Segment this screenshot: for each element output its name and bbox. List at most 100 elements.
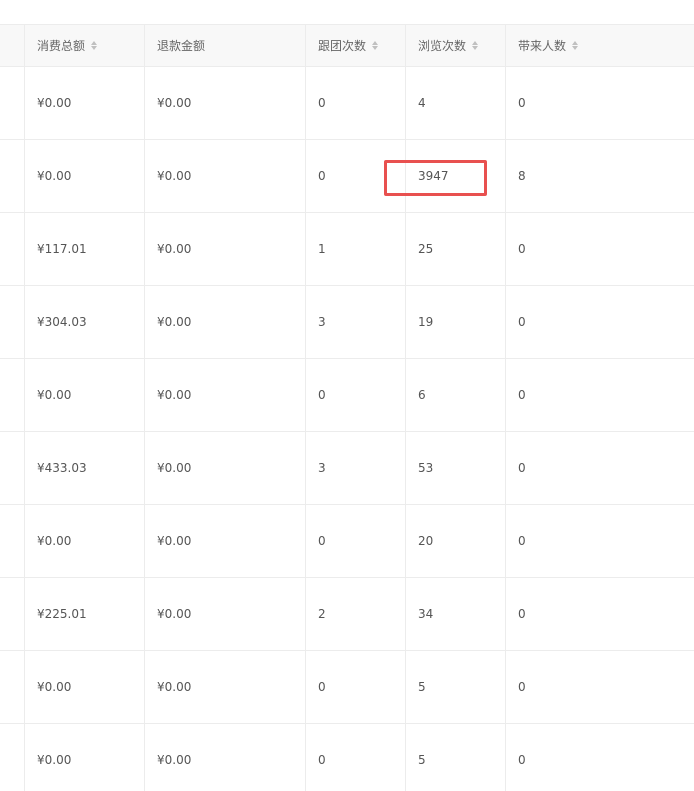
cell-value: 8 bbox=[518, 169, 526, 183]
cell-referral-count: 0 bbox=[505, 505, 694, 577]
cell-group-count: 0 bbox=[305, 651, 405, 723]
cell-value: 0 bbox=[518, 96, 526, 110]
cell-refund-amount: ¥0.00 bbox=[144, 432, 305, 504]
table-row: ¥0.00 ¥0.00 0 4 0 bbox=[0, 67, 694, 140]
cell-view-count: 25 bbox=[405, 213, 505, 285]
cell-value: ¥0.00 bbox=[157, 169, 192, 183]
cell-value: 3947 bbox=[418, 169, 449, 183]
cell-value: 0 bbox=[318, 169, 326, 183]
cell-refund-amount: ¥0.00 bbox=[144, 505, 305, 577]
table-row: ¥0.00 ¥0.00 0 3947 8 bbox=[0, 140, 694, 213]
cell-refund-amount: ¥0.00 bbox=[144, 724, 305, 791]
cell-refund-amount: ¥0.00 bbox=[144, 578, 305, 650]
data-table: 消费总额 退款金额 跟团次数 浏览次数 带来人数 ¥0.00 ¥0.00 0 4 0 ¥0… bbox=[0, 24, 694, 791]
cell-value: ¥225.01 bbox=[37, 607, 87, 621]
cell-total-spend: ¥0.00 bbox=[24, 505, 144, 577]
column-header-referral-count[interactable]: 带来人数 bbox=[505, 25, 694, 66]
cell-value: 0 bbox=[518, 461, 526, 475]
cell-referral-count: 0 bbox=[505, 213, 694, 285]
cell-value: 0 bbox=[318, 388, 326, 402]
table-header: 消费总额 退款金额 跟团次数 浏览次数 带来人数 bbox=[0, 24, 694, 67]
cell-group-count: 0 bbox=[305, 67, 405, 139]
cell-value: ¥0.00 bbox=[157, 534, 192, 548]
cell-value: 5 bbox=[418, 753, 426, 767]
cell-total-spend: ¥0.00 bbox=[24, 359, 144, 431]
cell-group-count: 0 bbox=[305, 359, 405, 431]
cell-view-count: 20 bbox=[405, 505, 505, 577]
table-row: ¥0.00 ¥0.00 0 5 0 bbox=[0, 651, 694, 724]
cell-value: 0 bbox=[318, 680, 326, 694]
cell-value: ¥0.00 bbox=[37, 680, 72, 694]
cell-refund-amount: ¥0.00 bbox=[144, 359, 305, 431]
cell-referral-count: 0 bbox=[505, 724, 694, 791]
cell-value: ¥433.03 bbox=[37, 461, 87, 475]
column-header-total-spend[interactable]: 消费总额 bbox=[24, 25, 144, 66]
cell-value: ¥0.00 bbox=[37, 534, 72, 548]
page: 消费总额 退款金额 跟团次数 浏览次数 带来人数 ¥0.00 ¥0.00 0 4 0 ¥0… bbox=[0, 0, 694, 791]
cell-view-count: 5 bbox=[405, 651, 505, 723]
table-row: ¥433.03 ¥0.00 3 53 0 bbox=[0, 432, 694, 505]
cell-value: 2 bbox=[318, 607, 326, 621]
cell-group-count: 3 bbox=[305, 286, 405, 358]
cell-value: ¥0.00 bbox=[157, 388, 192, 402]
cell-value: 5 bbox=[418, 680, 426, 694]
cell-value: 6 bbox=[418, 388, 426, 402]
table-row: ¥0.00 ¥0.00 0 5 0 bbox=[0, 724, 694, 791]
cell-total-spend: ¥117.01 bbox=[24, 213, 144, 285]
column-header-label: 浏览次数 bbox=[418, 39, 467, 53]
cell-group-count: 0 bbox=[305, 505, 405, 577]
table-row: ¥0.00 ¥0.00 0 20 0 bbox=[0, 505, 694, 578]
cell-view-count: 53 bbox=[405, 432, 505, 504]
cell-value: 0 bbox=[518, 315, 526, 329]
cell-value: ¥0.00 bbox=[157, 753, 192, 767]
cell-value: ¥0.00 bbox=[37, 169, 72, 183]
cell-value: 0 bbox=[318, 96, 326, 110]
sort-icon[interactable] bbox=[572, 41, 579, 50]
cell-value: ¥0.00 bbox=[37, 753, 72, 767]
cell-value: 1 bbox=[318, 242, 326, 256]
cell-total-spend: ¥225.01 bbox=[24, 578, 144, 650]
cell-view-count: 4 bbox=[405, 67, 505, 139]
cell-value: 0 bbox=[518, 680, 526, 694]
table-row: ¥225.01 ¥0.00 2 34 0 bbox=[0, 578, 694, 651]
cell-refund-amount: ¥0.00 bbox=[144, 651, 305, 723]
cell-refund-amount: ¥0.00 bbox=[144, 67, 305, 139]
column-header-label: 带来人数 bbox=[518, 39, 567, 53]
cell-referral-count: 0 bbox=[505, 286, 694, 358]
cell-value: ¥0.00 bbox=[157, 315, 192, 329]
cell-value: ¥0.00 bbox=[157, 96, 192, 110]
cell-value: ¥304.03 bbox=[37, 315, 87, 329]
cell-referral-count: 0 bbox=[505, 432, 694, 504]
column-header-label: 消费总额 bbox=[37, 39, 86, 53]
cell-value: ¥0.00 bbox=[157, 607, 192, 621]
column-header-group-count[interactable]: 跟团次数 bbox=[305, 25, 405, 66]
sort-icon[interactable] bbox=[91, 41, 98, 50]
cell-value: 0 bbox=[518, 753, 526, 767]
cell-view-count: 6 bbox=[405, 359, 505, 431]
cell-refund-amount: ¥0.00 bbox=[144, 140, 305, 212]
cell-referral-count: 0 bbox=[505, 67, 694, 139]
cell-referral-count: 0 bbox=[505, 578, 694, 650]
table-row: ¥117.01 ¥0.00 1 25 0 bbox=[0, 213, 694, 286]
cell-view-count: 34 bbox=[405, 578, 505, 650]
cell-value: ¥0.00 bbox=[157, 461, 192, 475]
sort-icon[interactable] bbox=[472, 41, 479, 50]
cell-referral-count: 0 bbox=[505, 651, 694, 723]
table-row: ¥304.03 ¥0.00 3 19 0 bbox=[0, 286, 694, 359]
cell-referral-count: 8 bbox=[505, 140, 694, 212]
cell-group-count: 2 bbox=[305, 578, 405, 650]
cell-group-count: 3 bbox=[305, 432, 405, 504]
cell-group-count: 1 bbox=[305, 213, 405, 285]
table-row: ¥0.00 ¥0.00 0 6 0 bbox=[0, 359, 694, 432]
cell-value: 3 bbox=[318, 461, 326, 475]
column-header-label: 退款金额 bbox=[157, 39, 206, 53]
cell-value: 53 bbox=[418, 461, 434, 475]
cell-view-count: 5 bbox=[405, 724, 505, 791]
cell-value: ¥0.00 bbox=[37, 96, 72, 110]
cell-total-spend: ¥0.00 bbox=[24, 67, 144, 139]
sort-icon[interactable] bbox=[372, 41, 379, 50]
column-header-view-count[interactable]: 浏览次数 bbox=[405, 25, 505, 66]
cell-value: 19 bbox=[418, 315, 434, 329]
cell-value: 0 bbox=[318, 753, 326, 767]
cell-value: 34 bbox=[418, 607, 434, 621]
